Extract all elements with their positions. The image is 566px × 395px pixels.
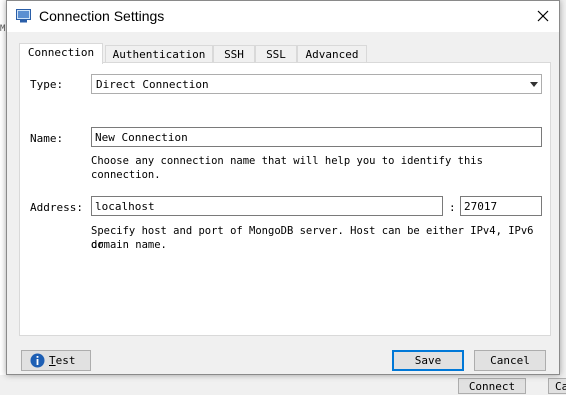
background-fragment: M <box>0 24 6 34</box>
tab-ssl[interactable]: SSL <box>255 45 297 63</box>
close-icon[interactable] <box>531 5 555 27</box>
connection-settings-dialog: Connection Settings Connection Authentic… <box>6 0 560 375</box>
tab-label: Advanced <box>305 48 359 61</box>
tab-connection[interactable]: Connection <box>19 43 103 64</box>
tab-advanced[interactable]: Advanced <box>297 45 367 63</box>
cancel-button[interactable]: Cancel <box>474 350 546 371</box>
type-label: Type: <box>30 78 64 91</box>
tab-authentication[interactable]: Authentication <box>105 45 213 63</box>
info-icon <box>30 353 45 368</box>
type-dropdown-value: Direct Connection <box>96 78 209 91</box>
host-input[interactable] <box>91 196 443 216</box>
test-mnemonic: T <box>49 354 56 367</box>
test-label-rest: est <box>55 354 76 367</box>
port-separator: : <box>449 201 456 214</box>
tab-ssh[interactable]: SSH <box>213 45 255 63</box>
chevron-down-icon <box>530 82 538 87</box>
connection-tab-panel: Type: Direct Connection Name: Choose any… <box>19 62 551 336</box>
tab-label: Authentication <box>112 48 206 61</box>
window-title: Connection Settings <box>39 8 165 24</box>
tab-label: SSH <box>224 48 244 61</box>
app-window-icon <box>16 9 31 23</box>
save-button[interactable]: Save <box>392 350 464 371</box>
address-hint-line-2: domain name. <box>91 239 167 251</box>
name-hint: Choose any connection name that will hel… <box>91 155 483 181</box>
port-input[interactable] <box>460 196 542 216</box>
type-dropdown[interactable]: Direct Connection <box>91 74 542 94</box>
address-label: Address: <box>30 201 83 214</box>
tab-label: Connection <box>27 46 95 59</box>
test-button-label: Test <box>49 351 76 370</box>
name-input[interactable] <box>91 127 542 147</box>
tab-label: SSL <box>266 48 286 61</box>
test-button[interactable]: Test <box>21 350 91 371</box>
name-label: Name: <box>30 132 64 145</box>
title-bar: Connection Settings <box>7 1 559 32</box>
